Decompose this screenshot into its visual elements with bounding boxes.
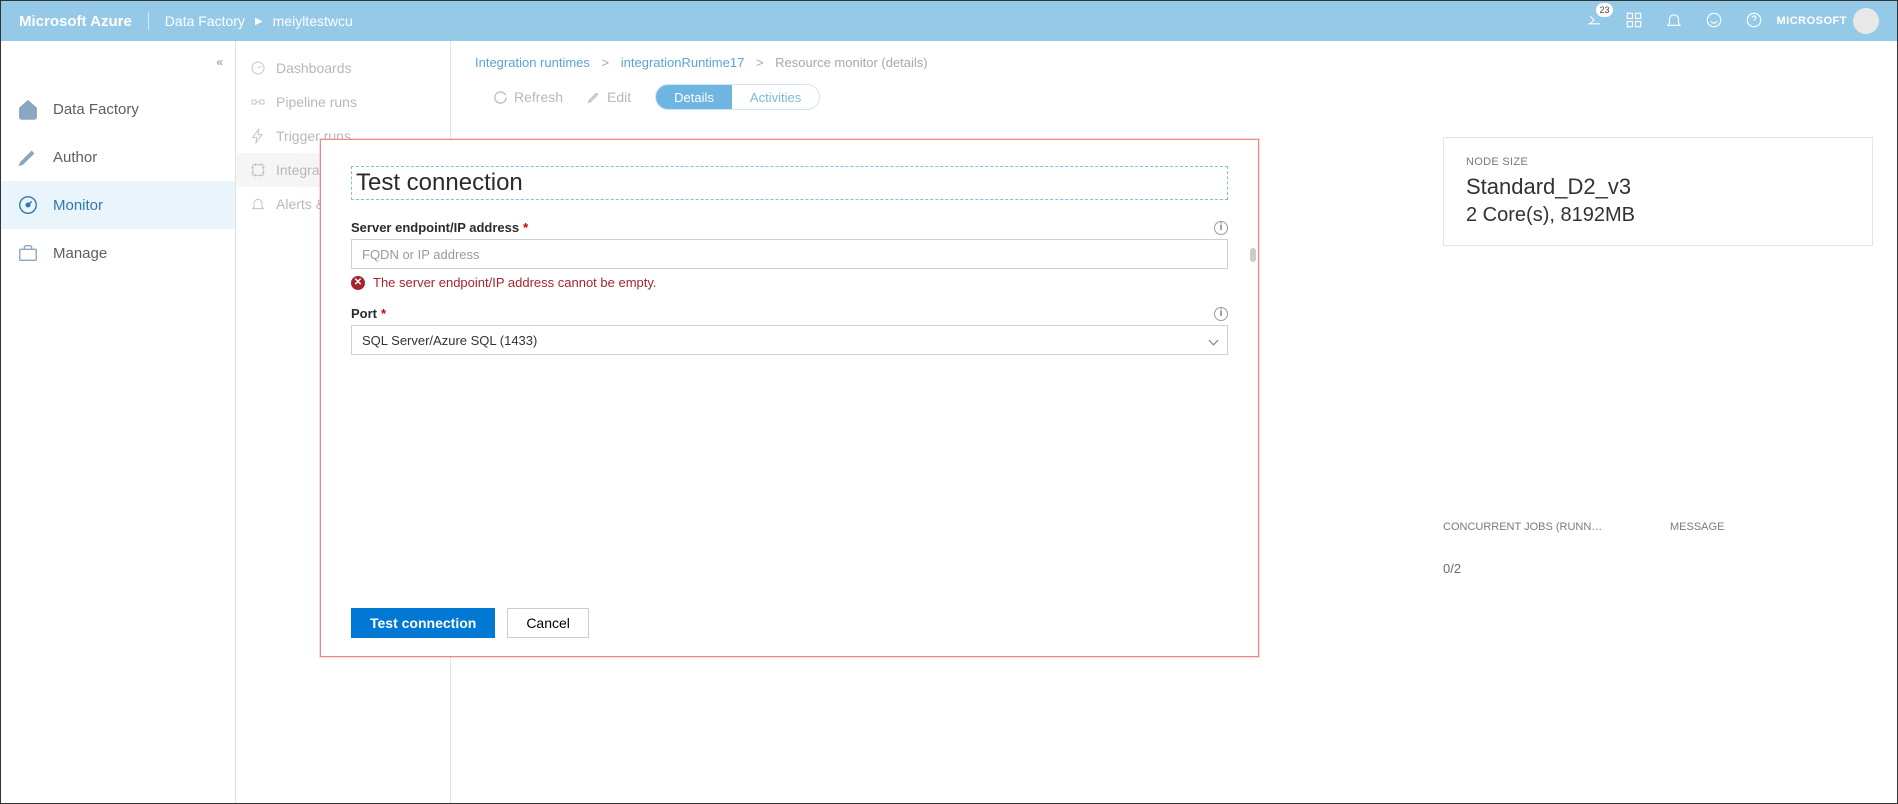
stats-columns: CONCURRENT JOBS (RUNN… 0/2 MESSAGE: [1443, 521, 1873, 576]
gauge-icon: [17, 194, 39, 216]
col-concurrent-jobs: CONCURRENT JOBS (RUNN… 0/2: [1443, 521, 1646, 576]
info-icon[interactable]: i: [1214, 221, 1228, 235]
top-bar: Microsoft Azure Data Factory ▶ meiyltest…: [1, 1, 1897, 41]
brand[interactable]: Microsoft Azure: [19, 13, 132, 30]
col-header: CONCURRENT JOBS (RUNN…: [1443, 521, 1646, 533]
breadcrumb: Integration runtimes > integrationRuntim…: [475, 55, 1873, 70]
nav-label: Monitor: [53, 197, 103, 214]
field-port: Port * i SQL Server/Azure SQL (1433): [351, 306, 1228, 355]
card-sku: Standard_D2_v3: [1466, 174, 1850, 200]
service-name[interactable]: Data Factory: [165, 13, 245, 29]
toolbar: Refresh Edit Details Activities: [493, 84, 1873, 110]
col-header: MESSAGE: [1670, 521, 1873, 533]
directory-icon[interactable]: [1625, 11, 1643, 32]
brand-divider: [148, 12, 149, 30]
dialog-title: Test connection: [351, 166, 1228, 200]
help-icon[interactable]: [1745, 11, 1763, 32]
required-asterisk: *: [381, 306, 386, 321]
dashboard-icon: [250, 60, 266, 76]
select-value: SQL Server/Azure SQL (1433): [362, 333, 537, 348]
topbar-icons: 23: [1585, 11, 1763, 32]
home-icon: [17, 98, 39, 120]
primary-nav: « Data Factory Author Monitor Manage: [1, 41, 236, 803]
card-spec: 2 Core(s), 8192MB: [1466, 204, 1850, 227]
card-label: NODE SIZE: [1466, 156, 1850, 168]
nav-author[interactable]: Author: [1, 133, 235, 181]
cloud-shell-icon[interactable]: 23: [1585, 11, 1603, 32]
col-message: MESSAGE: [1670, 521, 1873, 576]
bell-icon: [250, 196, 266, 212]
test-connection-button[interactable]: Test connection: [351, 608, 495, 638]
collapse-nav-icon[interactable]: «: [216, 55, 223, 69]
node-size-card: NODE SIZE Standard_D2_v3 2 Core(s), 8192…: [1443, 137, 1873, 246]
trigger-icon: [250, 128, 266, 144]
field-endpoint: Server endpoint/IP address * i ✕ The ser…: [351, 220, 1228, 290]
avatar[interactable]: [1853, 8, 1879, 34]
view-toggle: Details Activities: [655, 84, 820, 110]
error-text: The server endpoint/IP address cannot be…: [373, 275, 657, 290]
subnav-label: Dashboards: [276, 60, 352, 76]
chevron-right-icon: >: [756, 55, 764, 70]
nav-label: Manage: [53, 245, 107, 262]
chevron-down-icon: [1209, 335, 1219, 345]
nav-label: Author: [53, 149, 97, 166]
validation-error: ✕ The server endpoint/IP address cannot …: [351, 275, 1228, 290]
toolbox-icon: [17, 242, 39, 264]
nav-data-factory[interactable]: Data Factory: [1, 85, 235, 133]
required-asterisk: *: [523, 220, 528, 235]
tab-details[interactable]: Details: [656, 85, 732, 109]
field-label: Port: [351, 306, 377, 321]
subnav-dashboards[interactable]: Dashboards: [236, 51, 450, 85]
pencil-icon: [587, 90, 601, 104]
nav-manage[interactable]: Manage: [1, 229, 235, 277]
tab-activities[interactable]: Activities: [732, 85, 819, 109]
nav-monitor[interactable]: Monitor: [1, 181, 235, 229]
top-breadcrumb: Data Factory ▶ meiyltestwcu: [165, 13, 353, 29]
dialog-footer: Test connection Cancel: [351, 608, 589, 638]
error-icon: ✕: [351, 276, 365, 290]
pencil-icon: [17, 146, 39, 168]
edit-label: Edit: [607, 89, 631, 105]
crumb-runtime-name[interactable]: integrationRuntime17: [621, 55, 745, 70]
org-label: MICROSOFT: [1777, 15, 1848, 27]
port-select[interactable]: SQL Server/Azure SQL (1433): [351, 325, 1228, 355]
pipeline-icon: [250, 94, 266, 110]
refresh-button[interactable]: Refresh: [493, 89, 563, 105]
bell-icon[interactable]: [1665, 11, 1683, 32]
crumb-current: Resource monitor (details): [775, 55, 927, 70]
edit-button[interactable]: Edit: [587, 89, 631, 105]
chevron-right-icon: ▶: [255, 16, 263, 27]
refresh-icon: [493, 90, 508, 105]
col-value: 0/2: [1443, 561, 1646, 576]
smiley-icon[interactable]: [1705, 11, 1723, 32]
cancel-button[interactable]: Cancel: [507, 608, 589, 638]
refresh-label: Refresh: [514, 89, 563, 105]
subnav-label: Pipeline runs: [276, 94, 357, 110]
instance-name[interactable]: meiyltestwcu: [273, 13, 353, 29]
endpoint-input[interactable]: [351, 239, 1228, 269]
test-connection-dialog: Test connection Server endpoint/IP addre…: [320, 139, 1259, 657]
field-label: Server endpoint/IP address: [351, 220, 519, 235]
chevron-right-icon: >: [602, 55, 610, 70]
integration-icon: [250, 162, 266, 178]
notification-count: 23: [1596, 3, 1612, 17]
info-icon[interactable]: i: [1214, 307, 1228, 321]
crumb-integration-runtimes[interactable]: Integration runtimes: [475, 55, 590, 70]
subnav-pipeline-runs[interactable]: Pipeline runs: [236, 85, 450, 119]
nav-label: Data Factory: [53, 101, 139, 118]
scrollbar-thumb[interactable]: [1250, 248, 1256, 262]
